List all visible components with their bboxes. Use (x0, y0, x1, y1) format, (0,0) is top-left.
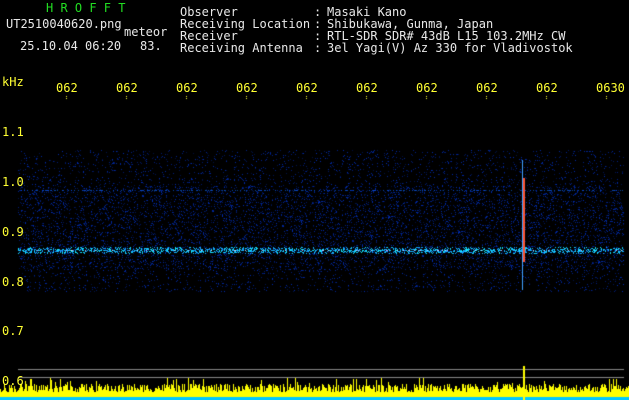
freq-tick-label: 0.6 (2, 374, 24, 388)
freq-tick-label: 0.7 (2, 324, 24, 338)
time-tick-label: 0629 (536, 82, 558, 94)
time-tick-label: 0627 (416, 82, 438, 94)
field-antenna-label: Receiving Antenna (180, 41, 303, 55)
brand-title: H R O F F T (46, 1, 126, 15)
freq-tick-label: 1.0 (2, 175, 24, 189)
freq-tick-label: 1.1 (2, 125, 24, 139)
time-tick-label: 0621 (56, 82, 78, 94)
time-tick-label: 0623 (176, 82, 198, 94)
event-count: 83. (140, 39, 162, 53)
field-antenna-value: 3el Yagi(V) Az 330 for Vladivostok (327, 41, 573, 55)
time-tick-label: 0628 (476, 82, 498, 94)
category-label: meteor (124, 25, 168, 39)
datetime: 25.10.04 06:20 (20, 39, 122, 53)
hrofft-window: H R O F F T UT2510040620.png meteor 25.1… (0, 0, 629, 400)
time-tick-label: 0622 (116, 82, 138, 94)
time-tick-label: 0630 (596, 81, 625, 95)
time-tick-label: 0625 (296, 82, 318, 94)
field-antenna-sep: : (314, 41, 322, 55)
time-tick-label: 0626 (356, 82, 378, 94)
time-tick-label: 0624 (236, 82, 258, 94)
freq-tick-label: 0.9 (2, 225, 24, 239)
spectrogram-canvas (0, 0, 629, 400)
freq-tick-label: 0.8 (2, 275, 24, 289)
filename: UT2510040620.png (6, 17, 122, 31)
freq-unit-label: kHz (2, 75, 24, 89)
